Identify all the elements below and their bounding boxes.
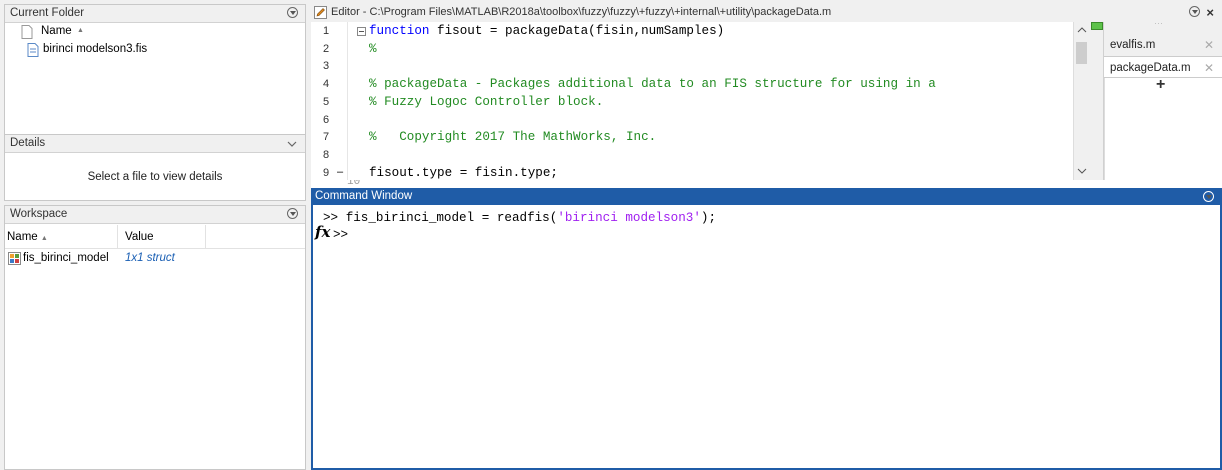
code-analyzer-status-icon[interactable] <box>1091 22 1103 30</box>
workspace-panel: Workspace Name ▲ Value fis_birinci_model… <box>4 205 306 470</box>
command-window-titlebar: Command Window <box>311 188 1222 205</box>
command-window-menu-icon[interactable] <box>1203 191 1214 202</box>
line-number: 4 <box>323 78 330 90</box>
code-line: fisout.type = fisin.type; <box>369 166 558 180</box>
line-number: 7 <box>323 131 330 143</box>
tab-packagedata[interactable]: packageData.m ✕ <box>1104 56 1222 78</box>
details-panel: Details Select a file to view details <box>4 134 306 201</box>
editor-scrollbar[interactable] <box>1073 22 1089 180</box>
sort-ascending-icon: ▲ <box>40 235 48 242</box>
variable-value-link[interactable]: 1x1 struct <box>125 252 175 264</box>
code-fold-toggle[interactable] <box>357 27 366 36</box>
editor-pencil-icon <box>314 6 327 19</box>
breakpoint-marker[interactable]: – <box>337 166 343 178</box>
details-message: Select a file to view details <box>87 171 223 183</box>
code-editor[interactable]: 1 function fisout = packageData(fisin,nu… <box>311 22 1073 180</box>
workspace-row[interactable]: fis_birinci_model 1x1 struct <box>5 251 305 267</box>
current-folder-title: Current Folder <box>10 7 85 19</box>
scroll-down-icon[interactable] <box>1077 168 1087 175</box>
column-divider[interactable] <box>117 225 118 249</box>
code-line: % Copyright 2017 The MathWorks, Inc. <box>369 130 657 144</box>
struct-icon <box>8 252 21 265</box>
current-folder-menu-icon[interactable] <box>287 7 300 20</box>
variable-name: fis_birinci_model <box>23 252 109 264</box>
document-tabs: ··· evalfis.m ✕ packageData.m ✕ + <box>1103 18 1222 180</box>
editor-titlebar: Editor - C:\Program Files\MATLAB\R2018a\… <box>311 4 1222 22</box>
tab-close-icon[interactable]: ✕ <box>1204 57 1214 79</box>
line-number: 1 <box>323 25 330 37</box>
file-name: birinci modelson3.fis <box>43 43 148 55</box>
workspace-title: Workspace <box>10 208 68 220</box>
chevron-down-icon[interactable] <box>287 137 300 150</box>
function-browser-icon[interactable]: fx <box>315 223 330 241</box>
sort-ascending-icon: ▲ <box>77 27 84 34</box>
tab-close-icon[interactable]: ✕ <box>1204 34 1214 56</box>
line-number: 2 <box>323 43 330 55</box>
fis-file-icon <box>27 43 39 57</box>
editor-menu-icon[interactable] <box>1189 6 1200 17</box>
command-prompt[interactable]: >> <box>333 228 348 242</box>
details-title: Details <box>10 137 46 149</box>
current-folder-panel: Current Folder Name ▲ birinci modelson3.… <box>4 4 306 155</box>
workspace-col-value[interactable]: Value <box>125 231 154 243</box>
name-column-label: Name <box>41 25 72 37</box>
workspace-header-row: Name ▲ Value <box>5 225 305 249</box>
code-line: % <box>369 42 377 56</box>
line-number: 9 <box>323 167 330 179</box>
name-column-header[interactable]: Name ▲ <box>5 24 305 40</box>
file-list-item[interactable]: birinci modelson3.fis <box>5 42 305 58</box>
code-line: % Fuzzy Logoc Controller block. <box>369 95 604 109</box>
scrollbar-thumb[interactable] <box>1076 42 1087 64</box>
add-tab-button[interactable]: + <box>1156 76 1165 94</box>
editor-close-icon[interactable]: × <box>1206 4 1214 21</box>
current-folder-titlebar: Current Folder <box>5 5 305 23</box>
code-line: % packageData - Packages additional data… <box>369 77 936 91</box>
editor-title: Editor - C:\Program Files\MATLAB\R2018a\… <box>331 6 832 18</box>
workspace-titlebar: Workspace <box>5 206 305 224</box>
command-window[interactable]: >> fis_birinci_model = readfis('birinci … <box>311 205 1222 470</box>
line-number: 5 <box>323 96 330 108</box>
command-window-title: Command Window <box>315 190 413 202</box>
details-titlebar[interactable]: Details <box>5 135 305 153</box>
file-icon <box>21 25 33 39</box>
tab-evalfis[interactable]: evalfis.m ✕ <box>1104 34 1222 56</box>
workspace-menu-icon[interactable] <box>287 208 300 221</box>
line-number: 6 <box>323 114 330 126</box>
code-line: function fisout = packageData(fisin,numS… <box>369 24 725 38</box>
scroll-up-icon[interactable] <box>1077 26 1087 33</box>
column-divider[interactable] <box>205 225 206 249</box>
line-number: 8 <box>323 149 330 161</box>
line-number: 3 <box>323 60 330 72</box>
workspace-col-name[interactable]: Name ▲ <box>7 231 48 243</box>
command-history-line: >> fis_birinci_model = readfis('birinci … <box>323 211 717 225</box>
